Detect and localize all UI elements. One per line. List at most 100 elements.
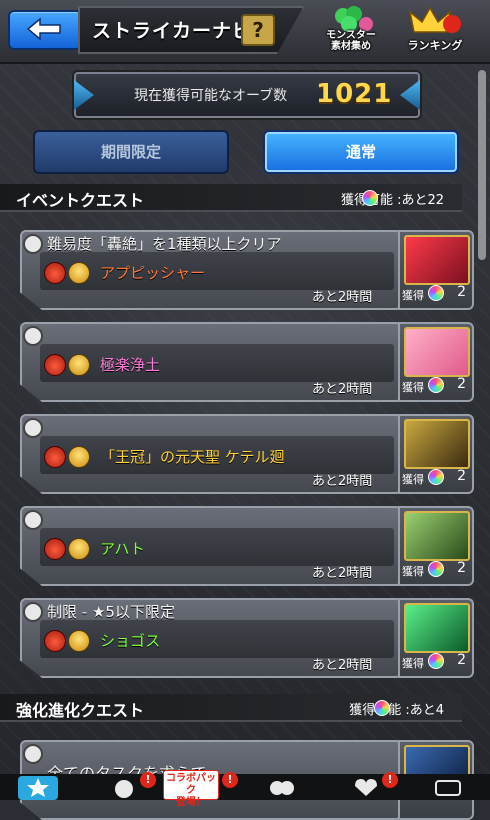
bell-icon [68, 630, 90, 652]
nav-friends[interactable] [262, 776, 302, 800]
header: ストライカーナビ ? モンスター 素材集め ランキング [0, 0, 490, 64]
orb-icon [427, 561, 444, 577]
orb-icon [374, 700, 390, 716]
monster-material-label: モンスター 素材集め [326, 30, 376, 52]
quest-card-inner [40, 252, 394, 290]
quest-time-left: あと2時間 [312, 474, 373, 489]
gacha-icon [115, 780, 133, 798]
reward-label: 獲得 [402, 285, 444, 303]
section-title: 強化進化クエスト [16, 701, 145, 720]
notification-badge: ! [382, 772, 398, 788]
demon-icon [44, 446, 66, 468]
reward-count: 2 [457, 468, 466, 484]
reward-count: 2 [457, 284, 466, 300]
orb-count-banner: 現在獲得可能なオーブ数 1021 [74, 72, 420, 118]
reward-panel: 獲得 2 [398, 414, 474, 494]
ranking-label: ランキング [407, 39, 463, 52]
quest-title: 制限 - ★5以下限定 [47, 603, 175, 621]
ranking-button[interactable]: ランキング [400, 4, 470, 52]
quest-card-inner [40, 528, 394, 566]
section-title: イベントクエスト [16, 191, 145, 210]
reward-panel: 獲得 2 [398, 506, 474, 586]
monster-portrait [404, 327, 470, 377]
bell-icon [68, 538, 90, 560]
reward-count: 2 [457, 376, 466, 392]
section-remaining: 獲得可能 :あと22 [341, 189, 444, 208]
demon-icon [44, 262, 66, 284]
section-event-quests: イベントクエスト 獲得可能 :あと22 [0, 184, 462, 212]
banner-left-cap [74, 80, 94, 110]
reward-label: 獲得 [402, 561, 444, 579]
menu-icon [435, 780, 461, 796]
tab-normal[interactable]: 通常 [263, 130, 459, 174]
checkbox-icon [23, 418, 43, 438]
notification-badge: ! [222, 772, 238, 788]
heart-icon [355, 779, 377, 796]
page-title: ストライカーナビ [92, 20, 253, 42]
quest-card[interactable]: アハト あと2時間 獲得 2 [20, 506, 474, 586]
bottom-nav: ! ! [0, 772, 490, 800]
quest-boss: アプピッシャー [100, 264, 206, 282]
monster-material-button[interactable]: モンスター 素材集め [316, 4, 386, 52]
reward-count: 2 [457, 560, 466, 576]
collab-pack-banner[interactable]: コラボパック 登場！ [163, 770, 219, 808]
back-button[interactable] [8, 10, 82, 50]
checkbox-icon [23, 602, 43, 622]
demon-icon [44, 354, 66, 376]
reward-label: 獲得 [402, 653, 444, 671]
friends-icon [270, 781, 294, 795]
section-remaining-text: 獲得可能 :あと22 [340, 193, 444, 208]
section-remaining-text: 獲得可能 :あと4 [349, 703, 444, 718]
nav-home[interactable] [18, 776, 58, 800]
crown-icon [408, 6, 461, 33]
quest-icons [44, 538, 90, 560]
orb-icon [427, 285, 444, 301]
checkbox-icon [23, 744, 43, 764]
checkbox-icon [23, 234, 43, 254]
orb-icon [427, 653, 444, 669]
nav-menu[interactable] [428, 776, 468, 800]
quest-card[interactable]: 難易度「轟絶」を1種類以上クリア アプピッシャー あと2時間 獲得 2 [20, 230, 474, 310]
orb-count-label: 現在獲得可能なオーブ数 [134, 88, 288, 104]
quest-icons [44, 446, 90, 468]
monster-portrait [404, 511, 470, 561]
star-burst-icon [27, 778, 49, 797]
quest-boss: ショゴス [100, 632, 161, 650]
help-button[interactable]: ? [241, 14, 275, 46]
quest-boss: アハト [100, 540, 145, 558]
quest-card-inner [40, 620, 394, 658]
section-evolution-quests: 強化進化クエスト 獲得可能 :あと4 [0, 694, 462, 722]
nav-social[interactable]: ! [346, 772, 398, 800]
scrollbar[interactable] [478, 70, 486, 260]
orb-icon [427, 377, 444, 393]
checkbox-icon [23, 326, 43, 346]
quest-time-left: あと2時間 [312, 290, 373, 305]
reward-label: 獲得 [402, 377, 444, 395]
quest-card-inner [40, 344, 394, 382]
notification-badge: ! [140, 772, 156, 788]
quest-boss: 「王冠」の元天聖 ケテル廻 [100, 448, 285, 466]
reward-count: 2 [457, 652, 466, 668]
quest-boss: 極楽浄土 [100, 356, 161, 374]
bell-icon [68, 354, 90, 376]
nav-gacha[interactable]: ! [104, 772, 156, 800]
quest-card[interactable]: 極楽浄土 あと2時間 獲得 2 [20, 322, 474, 402]
orb-icon [427, 469, 444, 485]
quest-icons [44, 630, 90, 652]
monster-portrait [404, 235, 470, 285]
quest-time-left: あと2時間 [312, 382, 373, 397]
bell-icon [68, 446, 90, 468]
quest-card[interactable]: 制限 - ★5以下限定 ショゴス あと2時間 獲得 2 [20, 598, 474, 678]
demon-icon [44, 538, 66, 560]
reward-panel: 獲得 2 [398, 322, 474, 402]
reward-label: 獲得 [402, 469, 444, 487]
checkbox-icon [23, 510, 43, 530]
quest-time-left: あと2時間 [312, 658, 373, 673]
tab-limited[interactable]: 期間限定 [33, 130, 229, 174]
reward-panel: 獲得 2 [398, 230, 474, 310]
back-arrow-icon [26, 17, 61, 41]
orb-count-value: 1021 [316, 79, 393, 109]
orb-icon [362, 190, 378, 206]
quest-icons [44, 354, 90, 376]
quest-card[interactable]: 「王冠」の元天聖 ケテル廻 あと2時間 獲得 2 [20, 414, 474, 494]
